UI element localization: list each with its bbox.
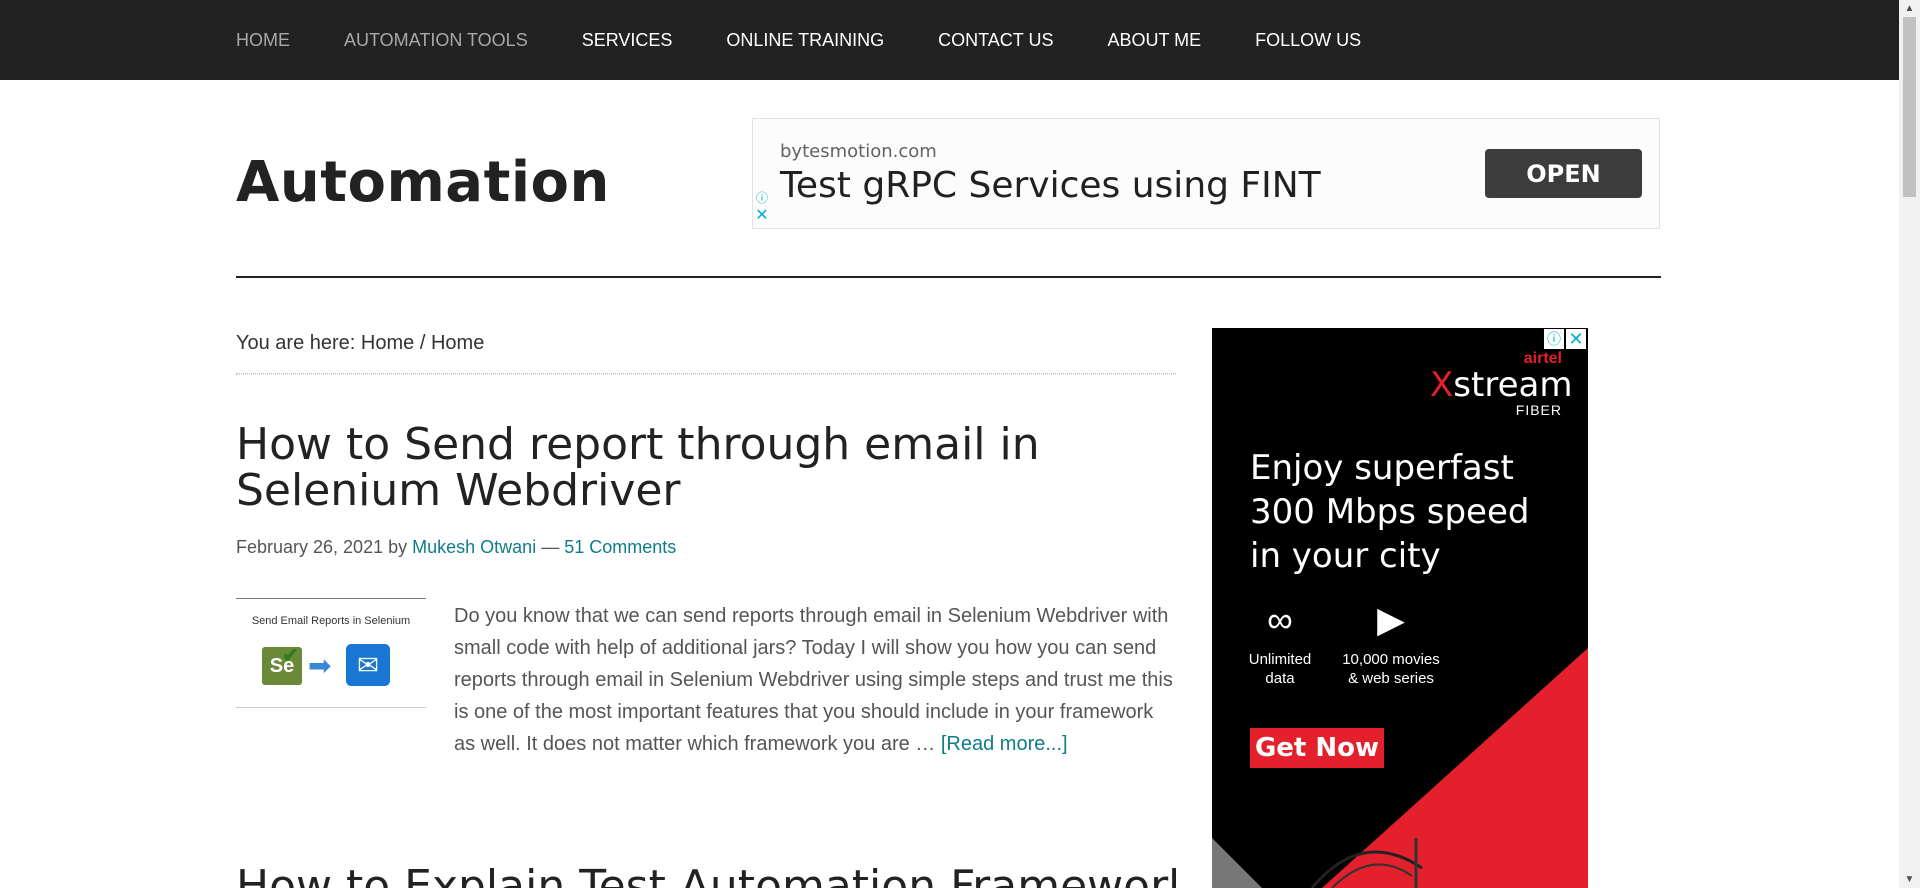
- post-comments-link[interactable]: 51 Comments: [564, 537, 676, 557]
- nav-about-me[interactable]: ABOUT ME: [1107, 30, 1201, 51]
- next-post-title[interactable]: How to Explain Test Automation Framework: [236, 860, 1176, 888]
- get-now-button[interactable]: Get Now: [1250, 728, 1384, 768]
- meta-dash: —: [541, 537, 560, 557]
- nav-menu: HOME AUTOMATION TOOLS SERVICES ONLINE TR…: [236, 0, 1415, 80]
- sidebar-ad[interactable]: ⓘ ✕ airtel Xstream FIBER Enjoy superfast…: [1212, 328, 1588, 888]
- breadcrumb-separator: /: [419, 332, 426, 354]
- airtel-xstream-logo: airtel Xstream FIBER: [1430, 350, 1572, 418]
- read-more-link[interactable]: [Read more...]: [941, 733, 1068, 755]
- brand-x: X: [1430, 365, 1454, 405]
- ad-open-button[interactable]: OPEN: [1485, 149, 1642, 198]
- nav-automation-tools[interactable]: AUTOMATION TOOLS: [344, 30, 528, 51]
- post-date: February 26, 2021: [236, 537, 384, 557]
- nav-contact-us[interactable]: CONTACT US: [938, 30, 1053, 51]
- breadcrumb-current: Home: [430, 332, 485, 354]
- nav-services[interactable]: SERVICES: [582, 30, 673, 51]
- ad-close-icon[interactable]: ✕: [755, 208, 769, 224]
- feature-movies-label: 10,000 movies & web series: [1342, 651, 1440, 687]
- ad-info-icon[interactable]: ⓘ: [755, 191, 769, 205]
- breadcrumb-prefix: You are here:: [236, 332, 356, 354]
- ad-headline[interactable]: Test gRPC Services using FINT: [780, 165, 1321, 206]
- arrow-right-icon: ➡: [308, 650, 332, 681]
- breadcrumb-home-link[interactable]: Home: [361, 332, 414, 354]
- page-scrollbar[interactable]: ▲ ▼: [1899, 0, 1920, 888]
- breadcrumb: You are here: Home / Home: [236, 332, 484, 355]
- post-thumbnail[interactable]: Send Email Reports in Selenium Se ✔ ➡ ✉: [236, 598, 426, 708]
- site-title[interactable]: Automation: [236, 150, 610, 215]
- brand-name: Xstream: [1430, 365, 1572, 405]
- brand-stream: stream: [1453, 365, 1573, 405]
- nav-online-training[interactable]: ONLINE TRAINING: [726, 30, 884, 51]
- breadcrumb-divider: [236, 373, 1176, 375]
- nav-follow-us[interactable]: FOLLOW US: [1255, 30, 1361, 51]
- scroll-up-arrow-icon[interactable]: ▲: [1899, 0, 1920, 17]
- header-divider: [236, 276, 1661, 278]
- post-title[interactable]: How to Send report through email in Sele…: [236, 422, 1136, 514]
- infinity-icon: ∞: [1267, 599, 1293, 640]
- top-banner-ad[interactable]: bytesmotion.com Test gRPC Services using…: [752, 118, 1660, 229]
- scroll-down-arrow-icon[interactable]: ▼: [1899, 871, 1920, 888]
- checkmark-icon: ✔: [282, 645, 299, 667]
- feature-unlimited-label: Unlimited data: [1248, 651, 1312, 687]
- nav-home[interactable]: HOME: [236, 30, 290, 51]
- ad-tagline: Enjoy superfast 300 Mbps speed in your c…: [1250, 448, 1530, 576]
- top-navigation: HOME AUTOMATION TOOLS SERVICES ONLINE TR…: [0, 0, 1899, 80]
- scroll-thumb[interactable]: [1903, 17, 1916, 197]
- mail-envelope-icon: ✉: [346, 644, 390, 686]
- post-meta: February 26, 2021 by Mukesh Otwani — 51 …: [236, 537, 676, 558]
- play-icon: ▶: [1377, 599, 1405, 640]
- feature-unlimited-data: ∞ Unlimited data: [1238, 600, 1322, 688]
- post-by: by: [388, 537, 408, 557]
- feature-movies: ▶ 10,000 movies & web series: [1336, 600, 1446, 688]
- ad-domain: bytesmotion.com: [780, 141, 937, 162]
- ad-close-icon[interactable]: ✕: [1566, 329, 1586, 349]
- ad-info-icon[interactable]: ⓘ: [1544, 329, 1564, 349]
- thumbnail-caption: Send Email Reports in Selenium: [251, 615, 411, 627]
- post-excerpt: Do you know that we can send reports thr…: [454, 600, 1174, 760]
- post-author-link[interactable]: Mukesh Otwani: [412, 537, 536, 557]
